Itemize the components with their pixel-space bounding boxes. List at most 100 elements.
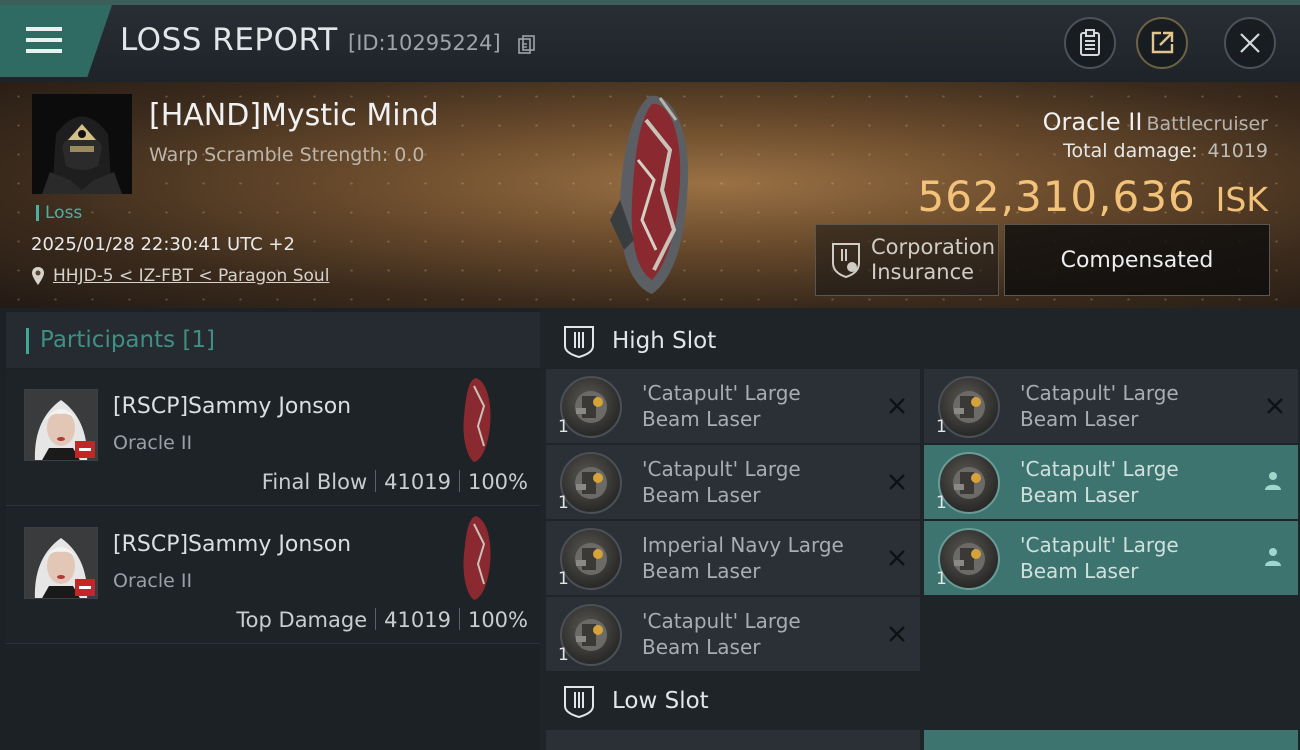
module-name-line1: 'Catapult' Large xyxy=(642,381,801,405)
high-slot-title: High Slot xyxy=(612,328,717,354)
total-damage-label: Total damage: xyxy=(1063,140,1198,162)
participants-title: Participants [1] xyxy=(40,327,215,353)
high-slot-header: High Slot xyxy=(540,310,1300,372)
insurance-label-line2: Insurance xyxy=(871,260,975,284)
module-item[interactable]: 1 'Catapult' Large Beam Laser xyxy=(546,369,920,443)
share-icon xyxy=(1151,31,1174,54)
participants-header: Participants [1] xyxy=(6,312,540,368)
high-slot-icon xyxy=(564,326,594,358)
ship-name-text: Oracle II xyxy=(1042,108,1143,136)
low-slot-header: Low Slot xyxy=(540,670,1300,732)
participant-damage: 41019 xyxy=(384,470,451,494)
module-name: Imperial Navy Large Beam Laser xyxy=(642,532,844,584)
close-icon xyxy=(1240,33,1260,53)
menu-icon xyxy=(26,27,62,55)
module-name: 'Catapult' Large Beam Laser xyxy=(1020,532,1179,584)
laser-module-icon xyxy=(938,528,1000,590)
participant-card[interactable]: [RSCP]Sammy Jonson Oracle II Top Damage 4… xyxy=(6,508,540,644)
module-quantity: 1 xyxy=(558,417,569,437)
total-damage-value: 41019 xyxy=(1207,140,1268,162)
top-bar: LOSS REPORT [ID:10295224] xyxy=(0,0,1300,82)
module-name-line2: Beam Laser xyxy=(642,559,761,583)
participant-stats: Final Blow 41019 100% xyxy=(262,470,528,494)
laser-module-icon xyxy=(560,376,622,438)
module-name: 'Catapult' Large Beam Laser xyxy=(642,380,801,432)
person-icon xyxy=(1265,548,1281,566)
participant-name: [RSCP]Sammy Jonson xyxy=(113,394,352,419)
insurance-status: Compensated xyxy=(1004,224,1270,296)
isk-currency: ISK xyxy=(1215,180,1268,219)
insurance-label: Corporation Insurance xyxy=(871,235,995,285)
module-name-line2: Beam Laser xyxy=(1020,559,1139,583)
laser-module-icon xyxy=(560,604,622,666)
destroyed-x-icon xyxy=(889,398,905,414)
victim-avatar[interactable] xyxy=(32,94,132,194)
participant-avatar xyxy=(24,389,98,461)
module-item[interactable]: 1 'Catapult' Large Beam Laser xyxy=(546,445,920,519)
location-row[interactable]: HHJD-5 < IZ-FBT < Paragon Soul xyxy=(31,266,329,286)
module-quantity: 1 xyxy=(558,645,569,665)
copy-icon[interactable] xyxy=(518,35,536,55)
page-title: LOSS REPORT xyxy=(120,22,338,58)
laser-module-icon xyxy=(938,452,1000,514)
module-name: 'Catapult' Large Beam Laser xyxy=(1020,380,1179,432)
module-item[interactable]: 1 'Catapult' Large Beam Laser xyxy=(924,521,1298,595)
corporation-insurance-box[interactable]: Corporation Insurance xyxy=(815,224,999,296)
fitting-panel: High Slot 1 'Catapult' Large Beam Laser 1… xyxy=(540,308,1300,750)
ship-name: Oracle II Battlecruiser xyxy=(1043,108,1268,136)
module-quantity: 1 xyxy=(558,569,569,589)
module-item[interactable]: 1 'Catapult' Large Beam Laser xyxy=(924,445,1298,519)
module-name-line1: Imperial Navy Large xyxy=(642,533,844,557)
module-name: 'Catapult' Large Beam Laser xyxy=(642,608,801,660)
hostile-badge xyxy=(75,579,95,596)
module-item[interactable]: 1 Imperial Navy Large Beam Laser xyxy=(546,521,920,595)
low-slot-icon xyxy=(564,686,594,718)
participant-card[interactable]: [RSCP]Sammy Jonson Oracle II Final Blow 4… xyxy=(6,370,540,506)
close-button[interactable] xyxy=(1224,17,1276,69)
ship-class: Battlecruiser xyxy=(1146,113,1268,135)
shield-icon xyxy=(832,243,860,279)
module-name-line2: Beam Laser xyxy=(1020,483,1139,507)
module-quantity: 1 xyxy=(558,493,569,513)
module-item-partial[interactable] xyxy=(546,730,920,750)
location-link[interactable]: HHJD-5 < IZ-FBT < Paragon Soul xyxy=(53,266,329,286)
person-icon xyxy=(1265,472,1281,490)
menu-button[interactable] xyxy=(0,5,112,77)
participants-panel: Participants [1] [RSCP]Sammy Jonson Orac… xyxy=(0,308,540,750)
module-name-line2: Beam Laser xyxy=(1020,407,1139,431)
module-name-line2: Beam Laser xyxy=(642,483,761,507)
share-button[interactable] xyxy=(1136,17,1188,69)
participant-ship-image xyxy=(463,378,491,462)
module-quantity: 1 xyxy=(936,493,947,513)
victim-name: [HAND]Mystic Mind xyxy=(149,98,439,133)
participant-role: Top Damage xyxy=(236,608,368,632)
module-name-line1: 'Catapult' Large xyxy=(1020,381,1179,405)
victim-banner: [HAND]Mystic Mind Warp Scramble Strength… xyxy=(0,82,1300,308)
module-name-line2: Beam Laser xyxy=(642,407,761,431)
destroyed-x-icon xyxy=(1267,398,1283,414)
insurance-label-line1: Corporation xyxy=(871,235,996,259)
stat-separator xyxy=(375,470,377,492)
participant-role: Final Blow xyxy=(261,470,368,494)
participant-ship-image xyxy=(463,516,491,600)
isk-value: 562,310,636 xyxy=(917,172,1196,221)
laser-module-icon xyxy=(560,528,622,590)
total-damage-row: Total damage: 41019 xyxy=(1063,140,1268,162)
hostile-badge xyxy=(75,441,95,458)
participant-percent: 100% xyxy=(467,608,528,632)
module-item[interactable]: 1 'Catapult' Large Beam Laser xyxy=(546,597,920,671)
module-item-partial[interactable] xyxy=(924,730,1298,750)
participant-percent: 100% xyxy=(467,470,528,494)
low-slot-title: Low Slot xyxy=(612,688,709,714)
module-name: 'Catapult' Large Beam Laser xyxy=(642,456,801,508)
loss-tag: Loss xyxy=(36,205,82,222)
module-name-line1: 'Catapult' Large xyxy=(642,609,801,633)
module-name-line1: 'Catapult' Large xyxy=(1020,457,1179,481)
laser-module-icon xyxy=(560,452,622,514)
stat-separator xyxy=(375,608,377,630)
participant-name: [RSCP]Sammy Jonson xyxy=(113,532,352,557)
clipboard-button[interactable] xyxy=(1064,17,1116,69)
module-item[interactable]: 1 'Catapult' Large Beam Laser xyxy=(924,369,1298,443)
participant-stats: Top Damage 41019 100% xyxy=(236,608,528,632)
isk-value-row: 562,310,636 ISK xyxy=(917,172,1268,221)
